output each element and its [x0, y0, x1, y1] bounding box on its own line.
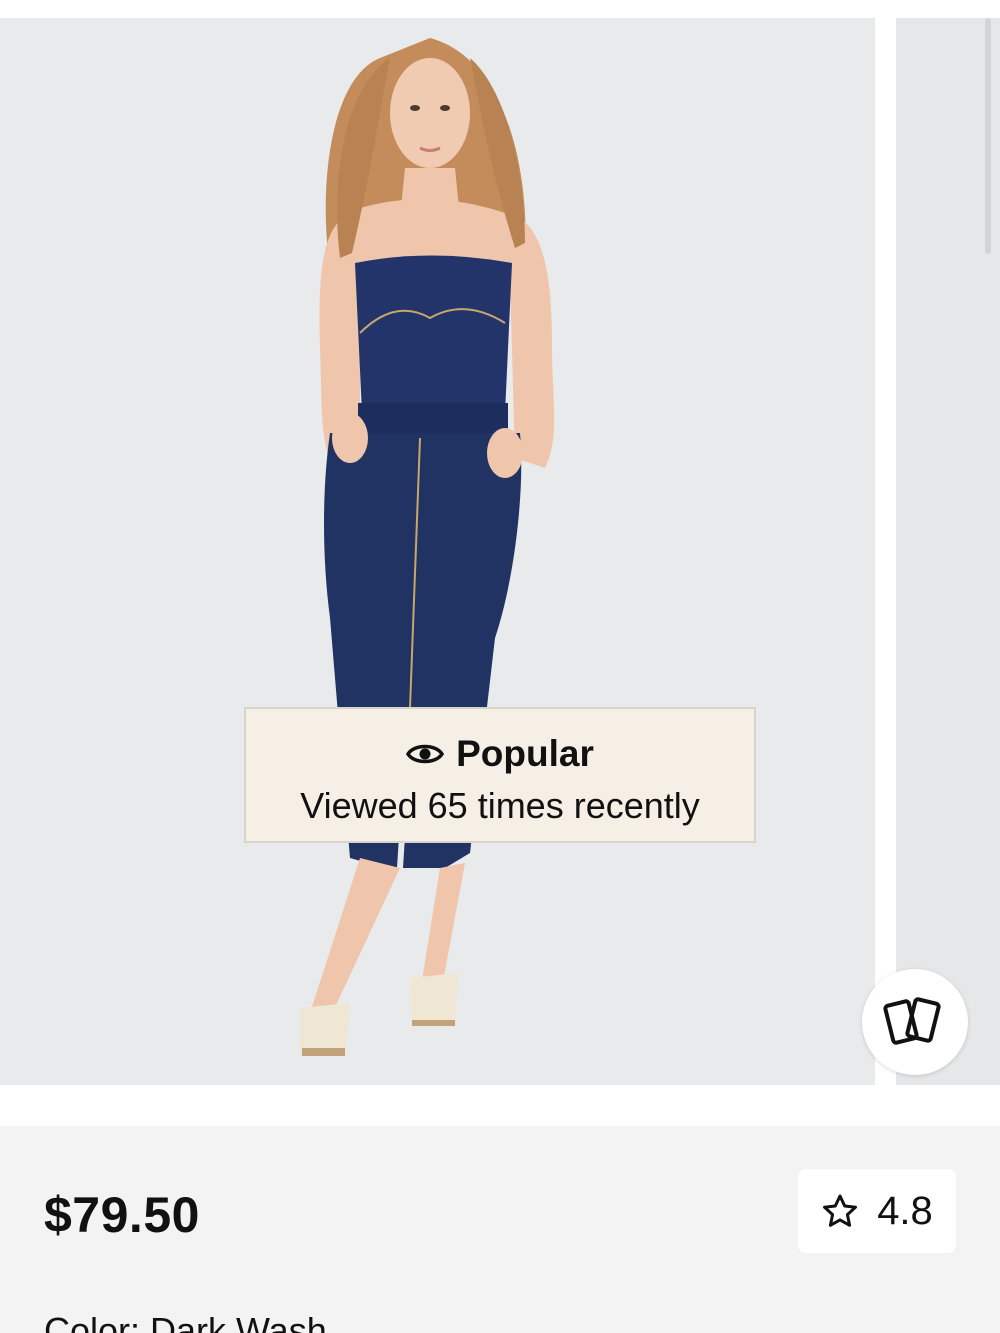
product-info-panel: $79.50 4.8 Color: Dark Wash [0, 1126, 1000, 1333]
color-line: Color: Dark Wash [44, 1310, 337, 1333]
star-outline-icon [823, 1194, 858, 1227]
product-image-carousel[interactable]: Popular Viewed 65 times recently [0, 18, 1000, 1085]
scrollbar[interactable] [985, 18, 991, 254]
cards-icon [883, 997, 941, 1045]
popular-badge-subtitle: Viewed 65 times recently [300, 785, 700, 826]
product-price: $79.50 [44, 1187, 200, 1243]
product-photo [300, 38, 555, 1056]
eye-icon [406, 744, 445, 764]
compare-button[interactable] [862, 969, 968, 1075]
rating-value: 4.8 [877, 1188, 933, 1233]
color-label: Color: [44, 1310, 141, 1333]
rating-button[interactable]: 4.8 [798, 1169, 956, 1253]
color-value: Dark Wash [150, 1310, 327, 1333]
popular-badge: Popular Viewed 65 times recently [244, 707, 756, 843]
popular-badge-title-row: Popular [246, 733, 754, 775]
popular-badge-title: Popular [456, 733, 594, 774]
product-image-main[interactable]: Popular Viewed 65 times recently [0, 18, 875, 1085]
